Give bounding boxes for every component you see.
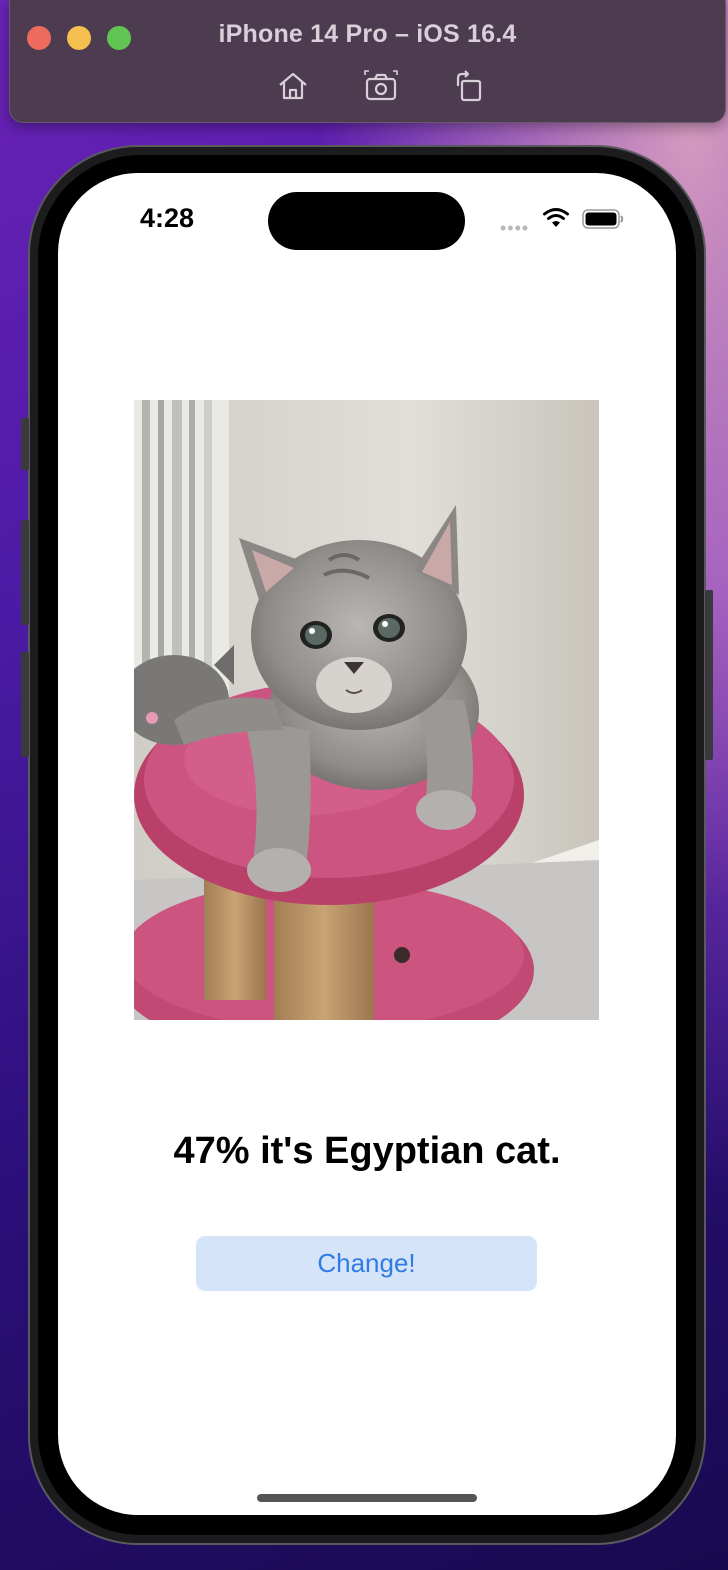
power-button xyxy=(705,590,713,760)
phone-screen: 4:28 •••• 47% it's Egyptian cat. Change! xyxy=(58,173,676,1515)
home-icon[interactable] xyxy=(276,70,310,102)
status-time: 4:28 xyxy=(140,203,195,233)
volume-down-button xyxy=(21,652,29,757)
rotate-icon[interactable] xyxy=(452,70,486,102)
cat-photo xyxy=(134,400,599,1020)
dynamic-island xyxy=(268,192,465,250)
prediction-result-label: 47% it's Egyptian cat. xyxy=(173,1130,561,1172)
battery-icon xyxy=(582,209,624,229)
volume-up-button xyxy=(21,520,29,625)
window-title: iPhone 14 Pro – iOS 16.4 xyxy=(218,20,517,48)
home-indicator[interactable] xyxy=(257,1494,477,1502)
wifi-icon xyxy=(542,207,570,229)
simulator-titlebar: iPhone 14 Pro – iOS 16.4 xyxy=(9,0,726,123)
screenshot-icon[interactable] xyxy=(364,70,398,102)
cellular-signal-icon: •••• xyxy=(500,218,530,238)
mute-switch xyxy=(21,418,29,470)
change-button[interactable]: Change! xyxy=(196,1236,537,1291)
